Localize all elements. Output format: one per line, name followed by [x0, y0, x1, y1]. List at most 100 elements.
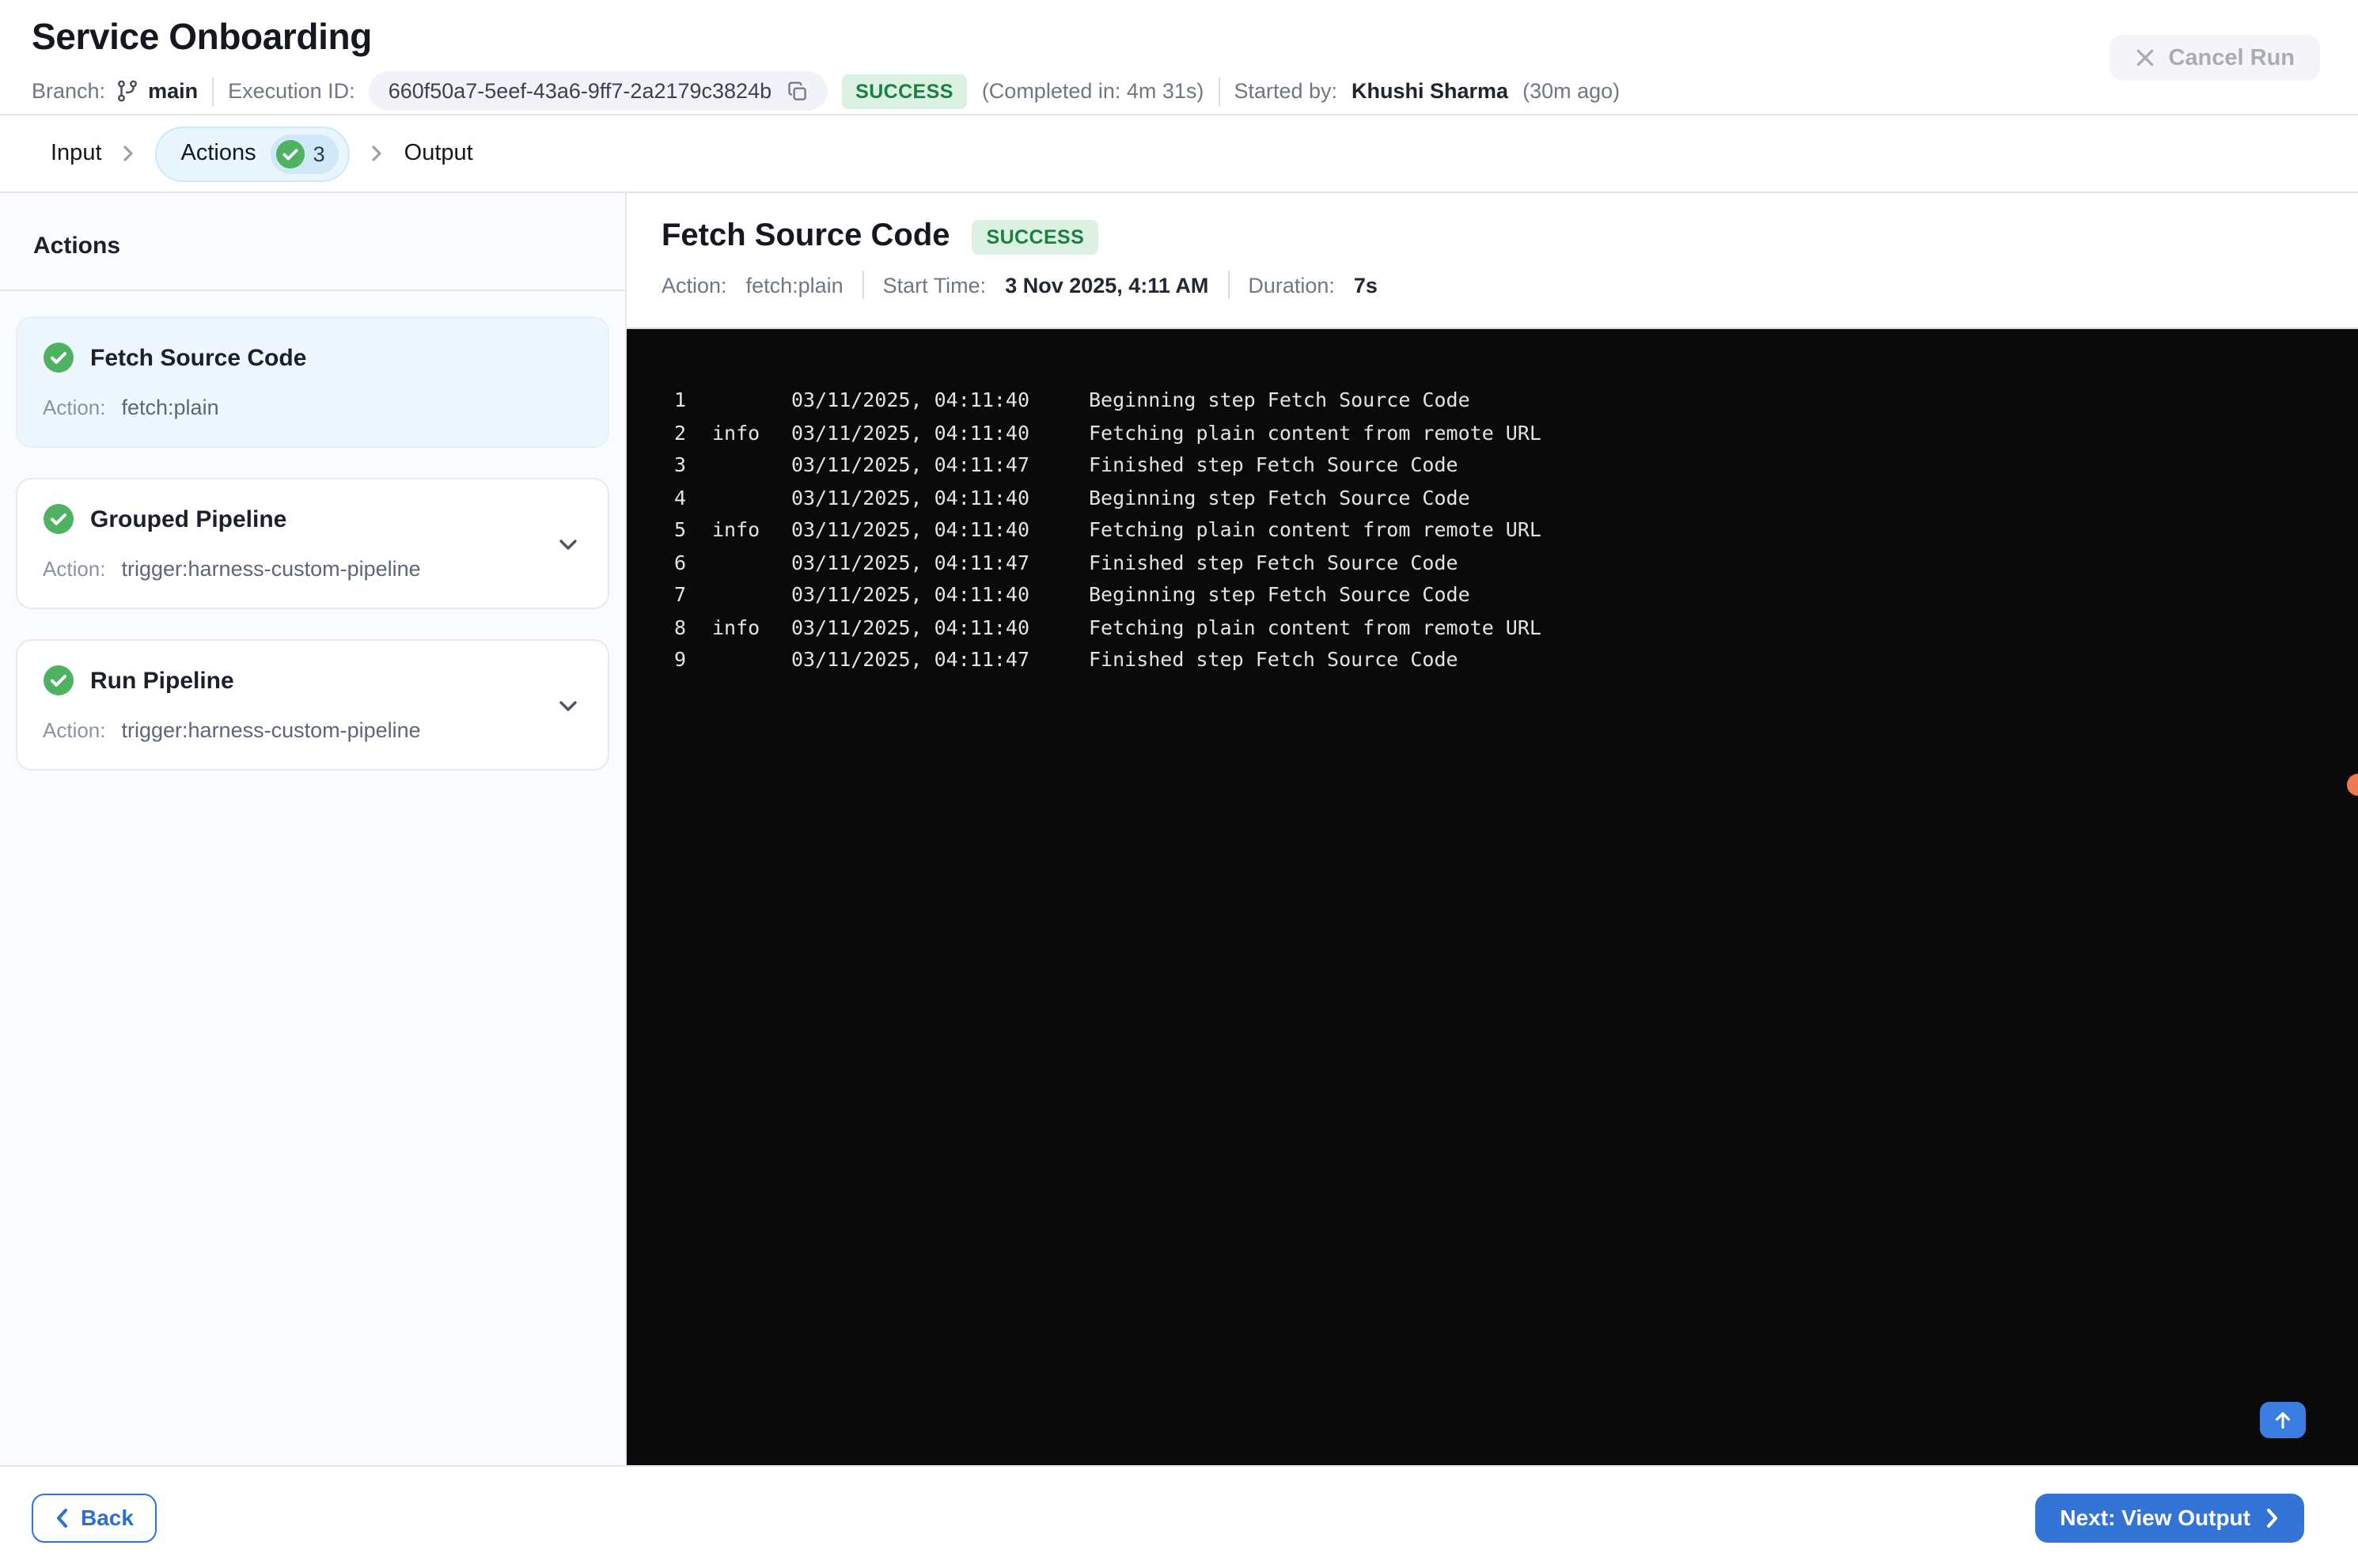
log-line: 5 info 03/11/2025, 04:11:40 Fetching plain … [674, 514, 2326, 547]
log-level [712, 482, 775, 514]
detail-title: Fetch Source Code [662, 218, 950, 253]
detail-duration-label: Duration: [1248, 273, 1335, 297]
log-line: 8 info 03/11/2025, 04:11:40 Fetching plain … [674, 612, 2326, 644]
cancel-run-label: Cancel Run [2168, 45, 2295, 70]
action-card-grouped-pipeline[interactable]: Grouped Pipeline Action: trigger:harness… [16, 478, 609, 609]
step-tabs: Input Actions 3 Output [0, 116, 2358, 193]
card-title-row: Fetch Source Code [43, 342, 582, 373]
log-line: 7 03/11/2025, 04:11:40 Beginning step Fetc… [674, 579, 2326, 612]
log-timestamp: 03/11/2025, 04:11:40 [791, 420, 1030, 444]
copy-icon[interactable] [786, 80, 808, 102]
chevron-left-icon [55, 1507, 70, 1528]
cursor-indicator-dot [2347, 774, 2358, 796]
log-message: Fetching plain content from remote URL [1089, 615, 1541, 638]
log-level [712, 449, 775, 482]
main-content: Actions Fetch Source Code Action: fetch:… [0, 193, 2358, 1465]
chevron-right-icon [2265, 1507, 2279, 1528]
page-title: Service Onboarding [32, 16, 372, 57]
git-branch-icon [115, 79, 138, 103]
log-level: info [712, 420, 760, 444]
detail-action-label: Action: [662, 273, 727, 297]
detail-status-badge: SUCCESS [972, 219, 1099, 254]
screenshot-viewport: Service Onboarding Branch: main Executio… [0, 0, 2358, 1568]
action-card-fetch-source-code[interactable]: Fetch Source Code Action: fetch:plain [16, 316, 609, 448]
log-line: 4 03/11/2025, 04:11:40 Beginning step Fetc… [674, 482, 2326, 514]
chevron-right-icon [121, 142, 137, 165]
log-line: 6 03/11/2025, 04:11:47 Finished step Fetch… [674, 547, 2326, 579]
log-timestamp: 03/11/2025, 04:11:40 [791, 615, 1030, 638]
log-message: Finished step Fetch Source Code [1089, 647, 1458, 671]
chevron-down-icon[interactable] [554, 691, 582, 719]
log-line-number: 3 [674, 453, 687, 476]
card-action-label: Action: [43, 718, 106, 742]
card-title-row: Run Pipeline [43, 665, 582, 696]
log-timestamp: 03/11/2025, 04:11:40 [791, 388, 1030, 411]
tab-actions-count-badge: 3 [270, 134, 339, 173]
log-level [712, 644, 775, 676]
card-action-label: Action: [43, 396, 106, 419]
card-action-row: Action: fetch:plain [43, 396, 582, 419]
log-line-number: 6 [674, 550, 687, 574]
tab-input[interactable]: Input [51, 141, 102, 166]
log-timestamp: 03/11/2025, 04:11:47 [791, 647, 1030, 671]
log-console[interactable]: 1 03/11/2025, 04:11:40 Beginning step Fetc… [627, 328, 2358, 1465]
chevron-right-icon [370, 142, 385, 165]
back-button[interactable]: Back [32, 1493, 157, 1542]
execution-id-label: Execution ID: [228, 79, 355, 103]
meta-divider [1227, 271, 1230, 299]
check-circle-icon [43, 665, 74, 696]
log-line: 1 03/11/2025, 04:11:40 Beginning step Fetc… [674, 384, 2326, 417]
log-level [712, 384, 775, 417]
meta-divider [1218, 77, 1220, 105]
arrow-up-icon [2273, 1410, 2293, 1430]
detail-start-value: 3 Nov 2025, 4:11 AM [1005, 273, 1209, 297]
log-message: Finished step Fetch Source Code [1089, 453, 1458, 476]
scroll-to-top-button[interactable] [2260, 1402, 2306, 1438]
log-level [712, 547, 775, 579]
sidebar-heading: Actions [0, 193, 625, 291]
footer-bar: Back Next: View Output [0, 1465, 2358, 1568]
completed-in-text: (Completed in: 4m 31s) [981, 79, 1204, 103]
header: Service Onboarding Branch: main Executio… [0, 0, 2358, 116]
header-meta-row: Branch: main Execution ID: 660f50a7-5eef… [32, 71, 2326, 111]
card-title-row: Grouped Pipeline [43, 503, 582, 535]
action-detail-panel: Fetch Source Code SUCCESS Action: fetch:… [627, 193, 2358, 1465]
close-icon [2135, 47, 2155, 68]
card-title: Fetch Source Code [90, 344, 307, 371]
meta-divider [212, 77, 214, 105]
actions-sidebar: Actions Fetch Source Code Action: fetch:… [0, 193, 627, 1465]
card-action-row: Action: trigger:harness-custom-pipeline [43, 557, 582, 581]
log-line-number: 2 [674, 420, 687, 444]
tab-actions[interactable]: Actions 3 [155, 126, 351, 181]
cancel-run-button[interactable]: Cancel Run [2110, 35, 2320, 81]
action-card-run-pipeline[interactable]: Run Pipeline Action: trigger:harness-cus… [16, 639, 609, 771]
log-timestamp: 03/11/2025, 04:11:47 [791, 550, 1030, 574]
next-view-output-button[interactable]: Next: View Output [2034, 1493, 2304, 1542]
card-action-value: trigger:harness-custom-pipeline [121, 718, 421, 742]
back-button-label: Back [81, 1505, 134, 1530]
tab-output[interactable]: Output [404, 141, 473, 166]
log-level: info [712, 615, 760, 638]
log-line-number: 7 [674, 582, 687, 606]
log-timestamp: 03/11/2025, 04:11:40 [791, 517, 1030, 541]
next-button-label: Next: View Output [2060, 1505, 2250, 1530]
detail-title-row: Fetch Source Code SUCCESS [662, 218, 2323, 255]
log-message: Finished step Fetch Source Code [1089, 550, 1458, 574]
started-by-label: Started by: [1234, 79, 1338, 103]
chevron-down-icon[interactable] [554, 529, 582, 558]
card-action-value: fetch:plain [121, 396, 219, 419]
tab-actions-count: 3 [313, 142, 325, 165]
detail-header: Fetch Source Code SUCCESS Action: fetch:… [627, 193, 2358, 328]
card-action-label: Action: [43, 557, 106, 581]
branch-name: main [148, 79, 199, 103]
log-line-number: 5 [674, 517, 687, 541]
log-level: info [712, 517, 760, 541]
check-circle-icon [43, 342, 74, 373]
log-message: Beginning step Fetch Source Code [1089, 388, 1470, 411]
log-line-number: 4 [674, 485, 687, 509]
run-status-badge: SUCCESS [841, 74, 968, 108]
action-card-list: Fetch Source Code Action: fetch:plain Gr… [0, 291, 625, 796]
detail-duration-value: 7s [1353, 273, 1378, 297]
detail-action-value: fetch:plain [745, 273, 843, 297]
started-by-name: Khushi Sharma [1351, 79, 1509, 103]
